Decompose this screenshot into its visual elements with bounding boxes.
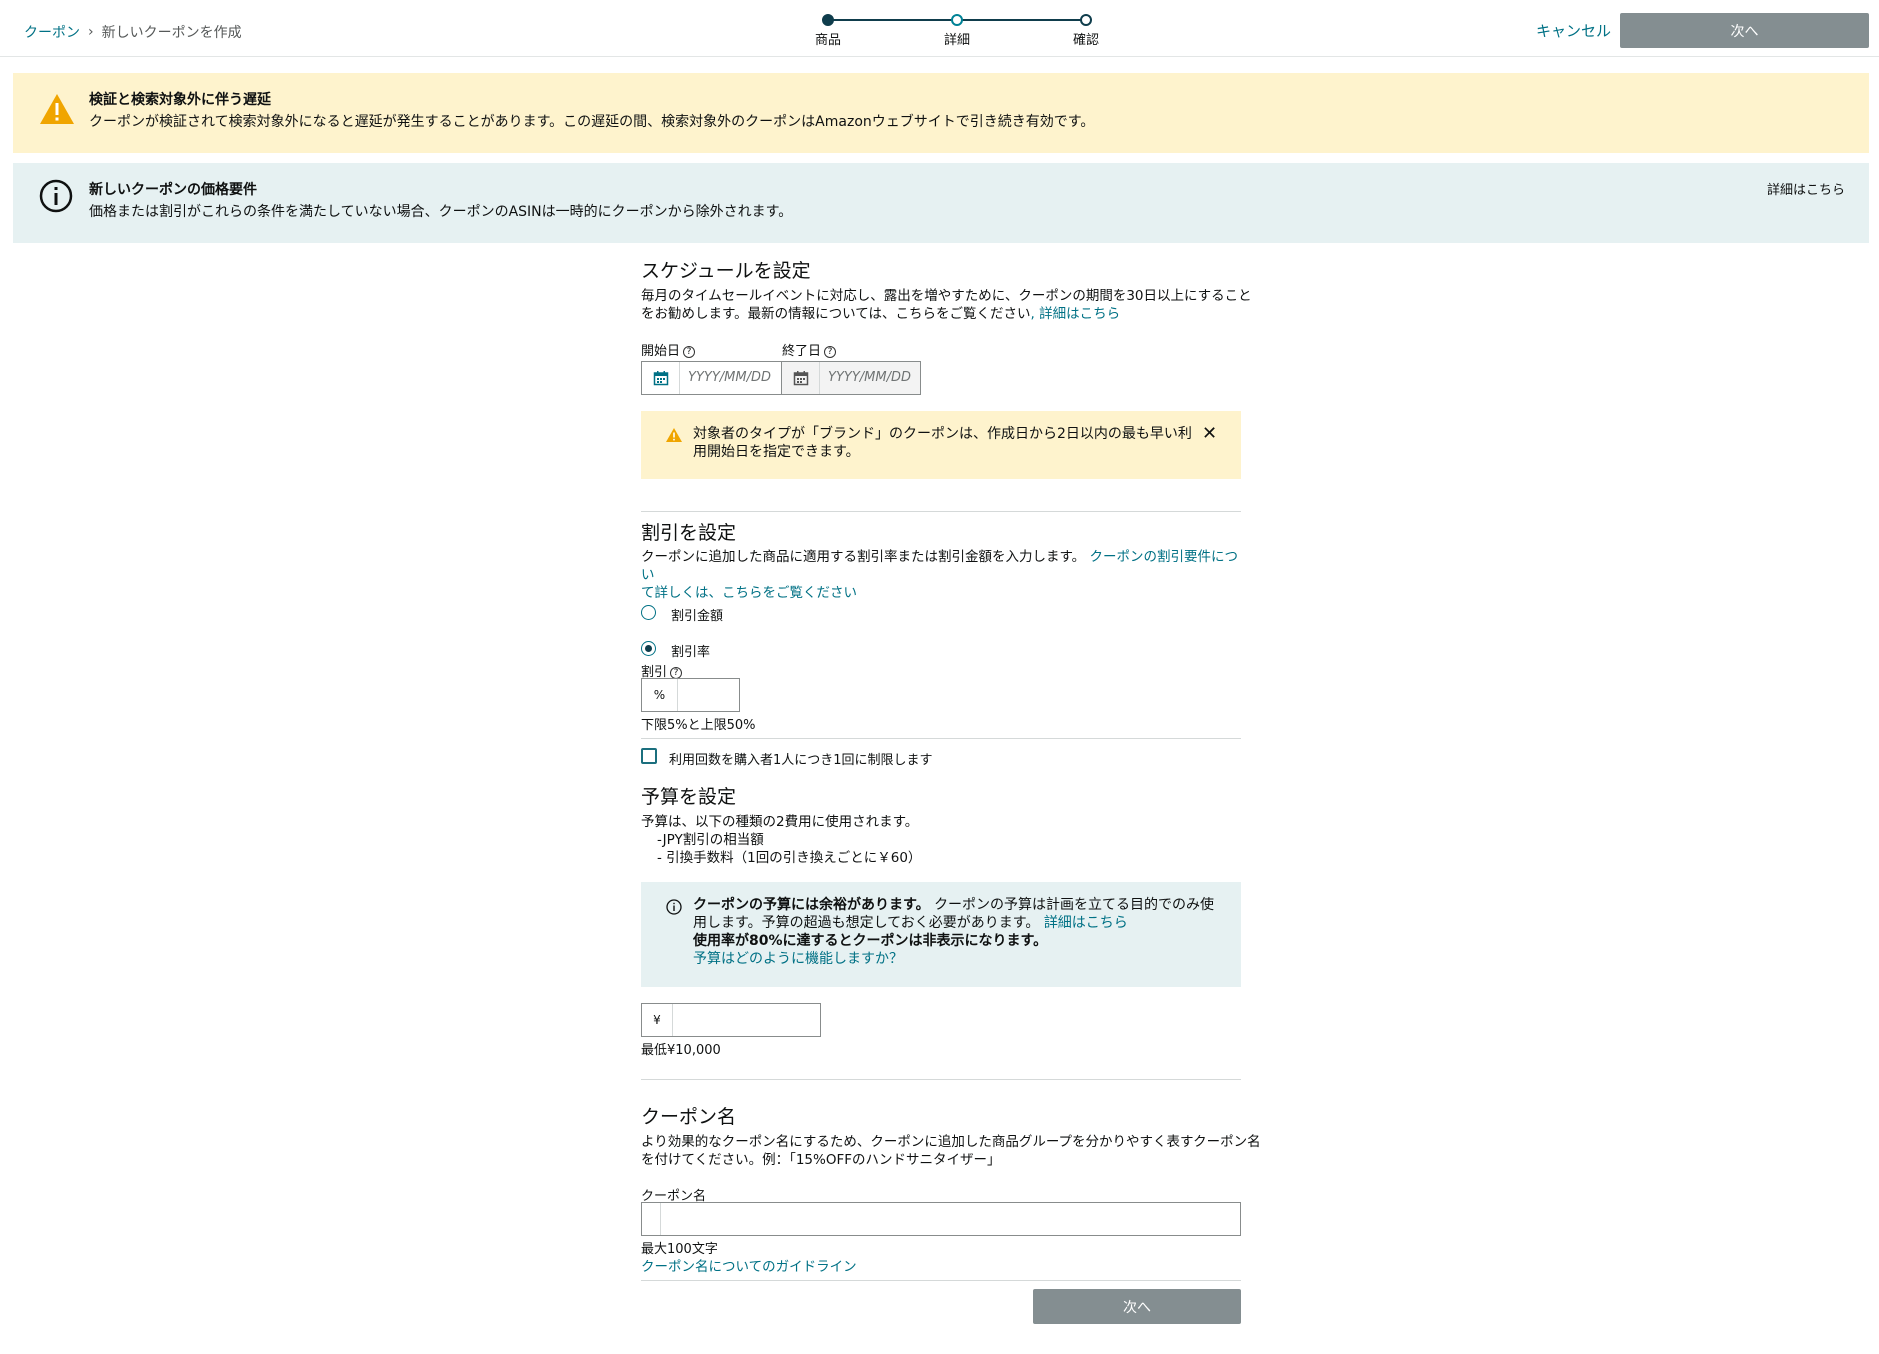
top-header: クーポン › 新しいクーポンを作成 商品 詳細 確認 キャンセル 次へ [0,0,1879,57]
coupon-name-description: より効果的なクーポン名にするため、クーポンに追加した商品グループを分かりやすく表… [641,1134,1261,1168]
limit-per-customer-checkbox[interactable] [641,748,657,764]
warning-body: クーポンが検証されて検索対象外になると遅延が発生することがあります。この遅延の間… [89,114,1095,130]
info-icon [39,179,73,213]
help-icon[interactable]: ? [824,345,837,358]
divider [641,511,1241,512]
brand-notice-line1: 対象者のタイプが「ブランド」のクーポンは、作成日から2日以内の最も早い利 [693,426,1192,442]
info-icon [666,899,682,915]
info-title: 新しいクーポンの価格要件 [89,182,257,198]
radio-discount-amount[interactable] [641,605,656,620]
brand-notice-line2: 用開始日を指定できます。 [693,444,860,460]
brand-start-notice: 対象者のタイプが「ブランド」のクーポンは、作成日から2日以内の最も早い利 用開始… [641,411,1241,479]
coupon-name-title: クーポン名 [641,1106,737,1128]
divider [641,738,1241,739]
discount-requirements-link-cont[interactable]: て詳しくは、こちらをご覧ください [641,585,857,601]
cancel-link[interactable]: キャンセル [1536,20,1611,41]
radio-discount-percent[interactable] [641,641,656,656]
step-label-details: 詳細 [943,33,970,48]
chevron-right-icon: › [88,24,94,40]
end-date-input[interactable]: YYYY/MM/DD [781,361,921,395]
coupon-name-prefix [642,1203,661,1235]
breadcrumb: クーポン › 新しいクーポンを作成 [24,22,242,42]
yen-prefix: ¥ [642,1004,673,1036]
schedule-title: スケジュールを設定 [641,260,811,282]
coupon-name-guideline-link[interactable]: クーポン名についてのガイドライン [641,1255,857,1275]
close-icon[interactable]: ✕ [1202,423,1217,444]
calendar-icon[interactable] [782,362,820,394]
help-icon[interactable]: ? [670,666,683,679]
warning-icon [666,428,682,442]
limit-per-customer-label[interactable]: 利用回数を購入者1人につき1回に制限します [669,749,933,768]
info-body: 価格または割引がこれらの条件を満たしていない場合、クーポンのASINは一時的にク… [89,204,793,220]
step-dot-details [951,14,963,26]
price-requirement-alert: 新しいクーポンの価格要件 価格または割引がこれらの条件を満たしていない場合、クー… [13,163,1869,243]
discount-title: 割引を設定 [641,522,737,544]
delay-warning-alert: 検証と検索対象外に伴う遅延 クーポンが検証されて検索対象外になると遅延が発生する… [13,73,1869,153]
info-details-link[interactable]: 詳細はこちら [1767,179,1845,198]
step-label-confirm: 確認 [1072,33,1099,48]
start-date-input[interactable]: YYYY/MM/DD [641,361,782,395]
breadcrumb-coupons-link[interactable]: クーポン [24,22,80,42]
next-button-bottom[interactable]: 次へ [1033,1289,1241,1324]
coupon-name-input[interactable] [641,1202,1241,1236]
discount-percent-input[interactable]: % [641,678,740,712]
budget-value[interactable] [673,1004,820,1036]
calendar-icon[interactable] [642,362,680,394]
end-date-label: 終了日? [782,340,837,359]
help-icon[interactable]: ? [683,345,696,358]
percent-prefix: % [642,679,678,711]
budget-details-link[interactable]: 詳細はこちら [1044,915,1128,931]
warning-title: 検証と検索対象外に伴う遅延 [89,92,271,108]
end-date-placeholder: YYYY/MM/DD [828,370,911,385]
coupon-name-value[interactable] [661,1203,1240,1235]
budget-title: 予算を設定 [641,786,737,808]
budget-info-box: クーポンの予算には余裕があります。 クーポンの予算は計画を立てる目的でのみ使 用… [641,882,1241,987]
step-dot-products [822,14,834,26]
discount-value[interactable] [678,679,739,711]
budget-hint: 最低¥10,000 [641,1043,721,1058]
step-dot-confirm [1080,14,1092,26]
start-date-placeholder: YYYY/MM/DD [688,370,771,385]
breadcrumb-current: 新しいクーポンを作成 [101,25,242,41]
budget-input[interactable]: ¥ [641,1003,821,1037]
next-button-top[interactable]: 次へ [1620,13,1869,48]
radio-discount-percent-label[interactable]: 割引率 [671,641,710,660]
warning-icon [40,94,74,124]
schedule-details-link[interactable]: , 詳細はこちら [1030,306,1120,322]
discount-description: クーポンに追加した商品に適用する割引率または割引金額を入力します。 クーポンの割… [641,549,1238,601]
discount-hint: 下限5%と上限50% [641,718,756,733]
radio-discount-amount-label[interactable]: 割引金額 [671,605,723,624]
schedule-description: 毎月のタイムセールイベントに対応し、露出を増やすために、クーポンの期間を30日以… [641,288,1252,322]
step-label-products: 商品 [814,33,841,48]
budget-description: 予算は、以下の種類の2費用に使用されます。 -JPY割引の相当額 - 引換手数料… [641,814,922,866]
start-date-label: 開始日? [641,340,696,359]
divider [641,1079,1241,1080]
budget-how-link[interactable]: 予算はどのように機能しますか？ [693,951,903,967]
divider [641,1280,1241,1281]
